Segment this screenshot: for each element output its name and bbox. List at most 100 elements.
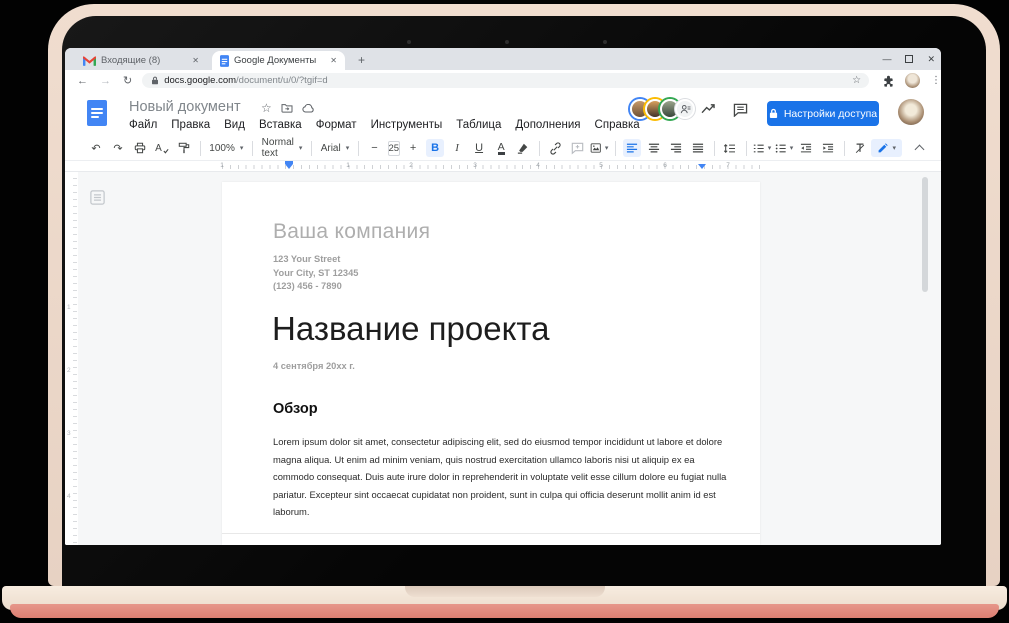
undo-icon: ↶ — [91, 142, 100, 155]
browser-profile-avatar[interactable] — [905, 73, 920, 88]
close-window-icon[interactable]: ✕ — [927, 54, 935, 65]
close-tab-icon[interactable]: ✕ — [328, 56, 339, 65]
laptop-base-edge — [10, 604, 999, 618]
move-folder-icon[interactable] — [281, 103, 293, 113]
docs-toolbar: ↶ ↷ A 100% — [65, 136, 941, 161]
paragraph-style-select[interactable]: Normal text ▾ — [258, 137, 307, 159]
document-canvas: 1 2 3 4 Ваша компания 123 Your Street Yo… — [65, 172, 941, 545]
ruler-number: 5 — [599, 162, 603, 169]
show-outline-button[interactable] — [88, 188, 106, 206]
redo-icon: ↷ — [113, 142, 122, 155]
document-title[interactable]: Новый документ — [129, 99, 241, 115]
menu-file[interactable]: Файл — [129, 119, 157, 131]
menu-addons[interactable]: Дополнения — [515, 119, 580, 131]
highlight-color-button[interactable] — [514, 139, 532, 157]
tab-gmail[interactable]: Входящие (8) ✕ — [75, 51, 207, 70]
chevron-down-icon: ▾ — [346, 144, 350, 152]
paint-format-button[interactable] — [175, 139, 193, 157]
bold-button[interactable]: B — [426, 139, 444, 157]
menu-insert[interactable]: Вставка — [259, 119, 302, 131]
justify-button[interactable] — [689, 139, 707, 157]
underline-button[interactable]: U — [470, 139, 488, 157]
chevron-down-icon: ▾ — [790, 144, 794, 152]
account-avatar[interactable] — [898, 99, 924, 125]
add-comment-button[interactable] — [568, 139, 586, 157]
menu-view[interactable]: Вид — [224, 119, 245, 131]
justify-icon — [692, 143, 704, 154]
line-spacing-button[interactable] — [721, 139, 739, 157]
increase-font-size-button[interactable]: + — [404, 139, 422, 157]
font-size-input[interactable]: 25 — [388, 141, 401, 156]
vertical-ruler[interactable]: 1 2 3 4 — [65, 172, 78, 545]
minimize-icon[interactable]: — — [882, 54, 891, 64]
activity-trend-icon[interactable] — [701, 103, 716, 115]
laptop-lid-notch — [405, 586, 605, 597]
italic-button[interactable]: I — [448, 139, 466, 157]
insert-link-button[interactable] — [546, 139, 564, 157]
collapse-toolbar-icon[interactable] — [915, 145, 925, 155]
numbered-list-button[interactable]: ▾ — [753, 139, 771, 157]
align-left-button[interactable] — [623, 139, 641, 157]
ruler-number: 1 — [67, 304, 71, 311]
menu-tools[interactable]: Инструменты — [371, 119, 443, 131]
extensions-puzzle-icon[interactable] — [883, 75, 894, 87]
increase-indent-button[interactable] — [819, 139, 837, 157]
ruler-ticks — [222, 165, 760, 169]
add-comment-icon — [571, 142, 584, 155]
bookmark-star-icon[interactable]: ☆ — [852, 75, 861, 86]
menu-edit[interactable]: Правка — [171, 119, 210, 131]
address-bar[interactable]: docs.google.com/document/u/0/?tgif=d ☆ — [142, 73, 869, 88]
google-docs-logo[interactable] — [87, 100, 107, 126]
decrease-font-size-button[interactable]: − — [366, 139, 384, 157]
spellcheck-button[interactable]: A — [153, 139, 171, 157]
text-color-button[interactable]: A — [492, 139, 510, 157]
url-path: /document/u/0/?tgif=d — [236, 75, 328, 86]
address-line: (123) 456 - 7890 — [273, 280, 358, 294]
toolbar-right-group: ▾ — [871, 139, 941, 157]
align-right-button[interactable] — [667, 139, 685, 157]
document-page[interactable]: Ваша компания 123 Your Street Your City,… — [222, 182, 760, 545]
menu-table[interactable]: Таблица — [456, 119, 501, 131]
align-center-button[interactable] — [645, 139, 663, 157]
align-left-icon — [626, 143, 638, 154]
back-icon[interactable]: ← — [77, 75, 88, 87]
comments-icon[interactable] — [733, 103, 748, 117]
paint-roller-icon — [178, 142, 190, 154]
title-actions: ☆ — [261, 101, 315, 115]
clear-formatting-button[interactable] — [851, 139, 869, 157]
new-tab-button[interactable]: + — [352, 51, 371, 69]
redo-button[interactable]: ↷ — [109, 139, 127, 157]
insert-image-button[interactable]: ▾ — [590, 139, 608, 157]
menu-format[interactable]: Формат — [316, 119, 357, 131]
menu-help[interactable]: Справка — [595, 119, 640, 131]
font-family-select[interactable]: Arial ▾ — [317, 143, 354, 154]
project-title: Название проекта — [272, 310, 549, 348]
share-button-label: Настройки доступа — [784, 108, 877, 120]
horizontal-ruler[interactable]: 1 1 2 3 4 5 6 7 — [65, 161, 941, 172]
reload-icon[interactable]: ↻ — [123, 74, 132, 87]
document-scrollbar[interactable] — [922, 177, 928, 292]
print-button[interactable] — [131, 139, 149, 157]
camera-dot — [603, 40, 607, 44]
chevron-down-icon: ▾ — [892, 144, 896, 152]
add-person-icon[interactable] — [675, 99, 695, 119]
cloud-status-icon[interactable] — [302, 104, 315, 113]
collaborator-avatars — [630, 99, 695, 119]
zoom-select[interactable]: 100% ▾ — [205, 143, 247, 154]
url-domain: docs.google.com — [164, 75, 236, 86]
star-icon[interactable]: ☆ — [261, 101, 272, 115]
maximize-icon[interactable] — [905, 55, 913, 63]
image-icon — [590, 142, 601, 154]
browser-menu-icon[interactable]: ⋮ — [931, 75, 941, 86]
camera-dot — [407, 40, 411, 44]
share-button[interactable]: Настройки доступа — [767, 101, 879, 126]
decrease-indent-button[interactable] — [797, 139, 815, 157]
body-paragraph: Lorem ipsum dolor sit amet, consectetur … — [273, 433, 733, 521]
close-tab-icon[interactable]: ✕ — [190, 56, 201, 65]
tab-google-docs[interactable]: Google Документы ✕ — [212, 51, 345, 70]
undo-button[interactable]: ↶ — [87, 139, 105, 157]
bulleted-list-button[interactable]: ▾ — [775, 139, 793, 157]
forward-icon[interactable]: → — [100, 75, 111, 87]
align-right-icon — [670, 143, 682, 154]
editing-mode-button[interactable]: ▾ — [871, 139, 902, 157]
